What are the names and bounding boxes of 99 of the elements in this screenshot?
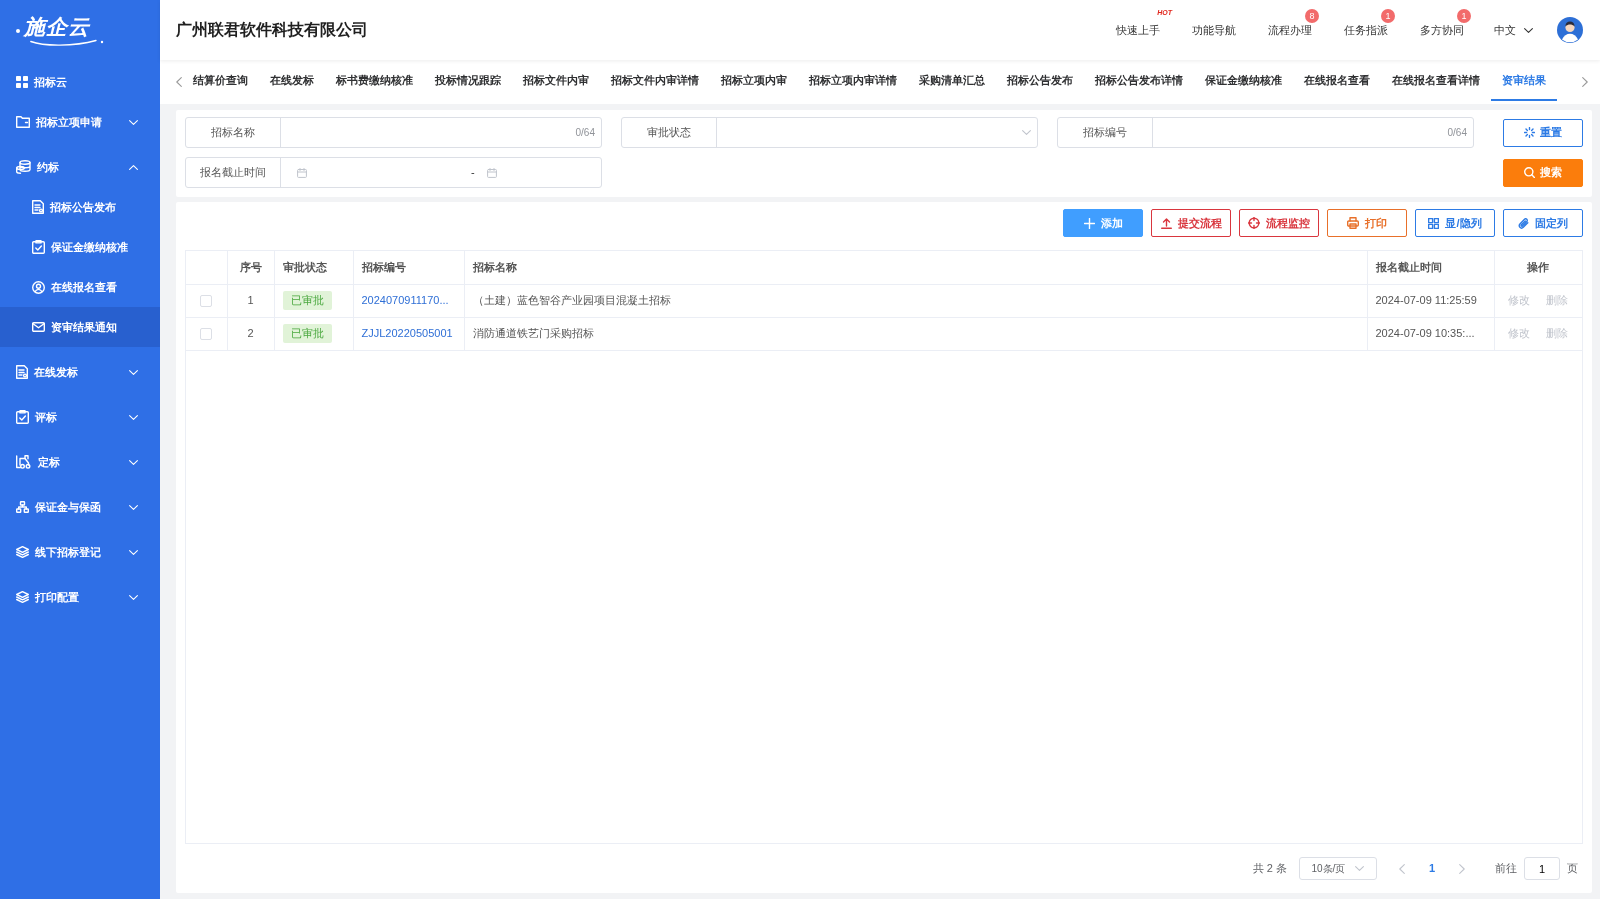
document-icon [16,365,28,379]
chevron-down-icon [1524,27,1533,33]
column-header: 招标编号 [353,251,464,284]
status-tag: 已审批 [282,324,332,343]
swoosh-icon [30,39,104,47]
column-header: 操作 [1494,251,1582,284]
header-nav-link[interactable]: 多方协同 [1420,23,1464,37]
tab[interactable]: 招标立项内审详情 [798,62,908,101]
header-nav-link[interactable]: 任务指派 [1344,23,1388,37]
tab[interactable]: 招标文件内审 [512,62,600,101]
tab[interactable]: 在线发标 [259,62,325,101]
sidebar-item[interactable]: 保证金与保函 [0,487,160,527]
clipboard-check-icon [32,240,45,254]
sidebar-item[interactable]: 招标立项申请 [0,102,160,142]
sidebar-item[interactable]: 线下招标登记 [0,532,160,572]
forklift-icon [16,455,32,469]
tab[interactable]: 招标公告发布详情 [1084,62,1194,101]
printer-icon [1347,217,1359,229]
layers-icon [16,591,29,603]
envelope-icon [32,322,45,332]
toolbar-button[interactable]: 打印 [1327,209,1407,237]
table-cell: 消防通道铁艺门采购招标 [464,317,1367,350]
chevron-down-icon [1355,866,1365,871]
sidebar-subitem[interactable]: 保证金缴纳核准 [0,227,160,267]
count-badge: 8 [1305,9,1319,23]
table-cell: 1 [227,284,274,317]
page-input[interactable]: 1 [1524,857,1560,880]
row-checkbox[interactable] [200,328,213,341]
sidebar-item[interactable]: 在线发标 [0,352,160,392]
code-link[interactable]: 2024070911170... [361,294,449,307]
hierarchy-icon [16,501,29,513]
sidebar-item[interactable]: 约标 [0,147,160,187]
tab[interactable]: 结算价查询 [182,62,259,101]
reset-button[interactable]: 重置 [1503,118,1583,147]
tab[interactable]: 在线报名查看 [1293,62,1381,101]
avatar-icon[interactable] [1557,17,1583,43]
chevron-left-icon[interactable] [176,76,182,87]
tab[interactable]: 采购清单汇总 [908,62,996,101]
table-cell: （土建）蓝色智谷产业园项目混凝土招标 [464,284,1367,317]
table-cell: 2 [227,317,274,350]
tab[interactable]: 投标情况跟踪 [424,62,512,101]
tab[interactable]: 标书费缴纳核准 [325,62,424,101]
toolbar-button[interactable]: 流程监控 [1239,209,1319,237]
table-cell: 2024-07-09 11:25:59 [1367,284,1494,317]
sidebar-item[interactable]: 招标云 [0,62,160,102]
paperclip-icon [1518,217,1529,229]
search-icon [1524,167,1535,178]
tab[interactable]: 保证金缴纳核准 [1194,62,1293,101]
dot-icon [16,29,20,33]
upload-icon [1160,217,1172,229]
sidebar-item[interactable]: 定标 [0,442,160,482]
status-tag: 已审批 [282,291,332,310]
logo-text: 施企云 [24,15,92,39]
folder-icon [16,116,30,128]
sidebar-item[interactable]: 打印配置 [0,577,160,617]
company-title: 广州联君软件科技有限公司 [176,20,368,40]
toolbar-button[interactable]: 添加 [1063,209,1143,237]
layers-icon [16,546,29,558]
count-badge: 1 [1381,9,1395,23]
tab[interactable]: 招标立项内审 [710,62,798,101]
user-circle-icon [32,280,45,294]
toolbar-button[interactable]: 提交流程 [1151,209,1231,237]
loading-icon [1524,127,1535,138]
page-number[interactable]: 1 [1428,860,1435,877]
header-nav-link[interactable]: 快速上手 [1116,23,1160,37]
tab[interactable]: 招标公告发布 [996,62,1084,101]
crosshair-icon [1248,217,1260,229]
chevron-right-icon[interactable] [1582,76,1588,87]
code-link[interactable]: ZJJL20220505001 [361,327,453,340]
language-select[interactable]: 中文 [1494,21,1533,39]
header-nav-link[interactable]: 流程办理 [1268,23,1312,37]
goto-label: 前往 [1495,861,1517,877]
search-button[interactable]: 搜索 [1503,158,1583,187]
count-badge: 1 [1457,9,1471,23]
plus-icon [1083,217,1095,229]
tab[interactable]: 资审结果 [1491,62,1557,101]
tab[interactable]: 招标文件内审详情 [600,62,710,101]
sidebar-subitem[interactable]: 招标公告发布 [0,187,160,227]
sidebar-subitem[interactable]: 资审结果通知 [0,307,160,347]
total-count: 共 2 条 [1252,861,1287,877]
coins-icon [16,160,31,174]
tab[interactable]: 在线报名查看详情 [1381,62,1491,101]
sidebar-subitem[interactable]: 在线报名查看 [0,267,160,307]
page-suffix: 页 [1567,861,1578,877]
column-header: 报名截止时间 [1367,251,1494,284]
page-size-select[interactable]: 10条/页 [1298,857,1377,880]
clipboard-check-icon [16,410,29,424]
toolbar-button[interactable]: 固定列 [1503,209,1583,237]
column-header: 招标名称 [464,251,1367,284]
column-header: 序号 [227,251,274,284]
column-header: 审批状态 [274,251,353,284]
grid-icon [16,76,28,88]
table-cell: 2024-07-09 10:35:... [1367,317,1494,350]
toolbar-button[interactable]: 显/隐列 [1415,209,1495,237]
grid-icon [1428,217,1440,229]
header-nav-link[interactable]: 功能导航 [1192,23,1236,37]
row-checkbox[interactable] [200,295,213,308]
document-icon [32,200,44,214]
sidebar-item[interactable]: 评标 [0,397,160,437]
